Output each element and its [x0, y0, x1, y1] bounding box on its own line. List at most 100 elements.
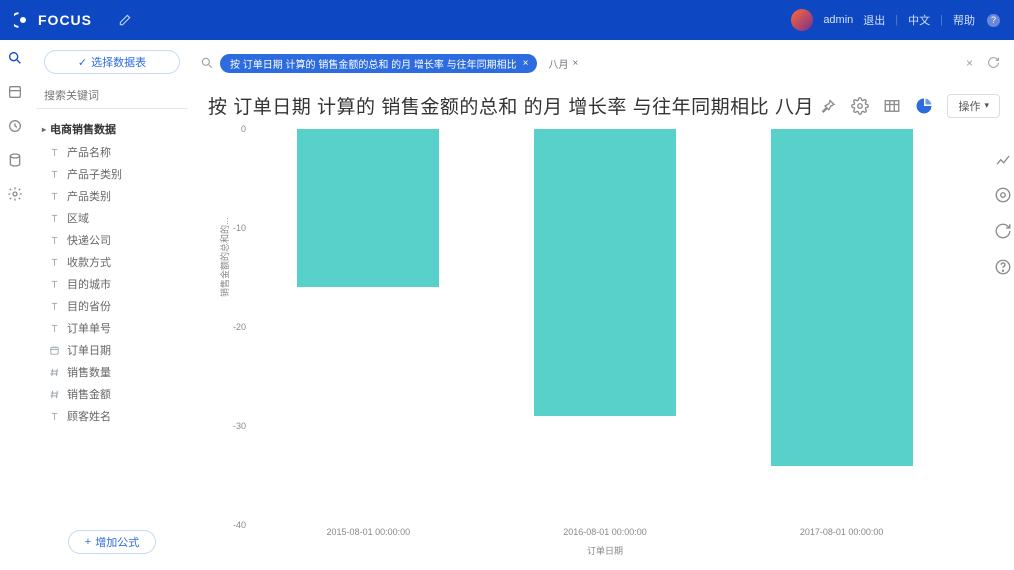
rail-settings-icon[interactable]: [7, 186, 23, 202]
field-label: 订单日期: [67, 342, 111, 358]
field-type-icon: [48, 190, 61, 203]
field-item[interactable]: 收款方式: [48, 251, 188, 273]
field-type-icon: [48, 168, 61, 181]
add-formula-button[interactable]: + 增加公式: [68, 530, 156, 554]
side-search[interactable]: [36, 86, 188, 109]
avatar[interactable]: [791, 9, 813, 31]
field-item[interactable]: 目的省份: [48, 295, 188, 317]
help-badge-icon[interactable]: ?: [987, 14, 1000, 27]
clear-icon[interactable]: ×: [966, 56, 973, 70]
pill-close-icon[interactable]: ×: [523, 58, 529, 69]
table-view-icon[interactable]: [883, 97, 901, 115]
pin-icon[interactable]: [819, 97, 837, 115]
rail-data-icon[interactable]: [7, 152, 23, 168]
bar[interactable]: [297, 129, 439, 287]
side-panel: ✓ 选择数据表 ▸ 电商销售数据 产品名称产品子类别产品类别区域快递公司收款方式…: [30, 40, 198, 570]
field-label: 产品子类别: [67, 166, 122, 182]
field-item[interactable]: 订单单号: [48, 317, 188, 339]
rail-search-icon[interactable]: [7, 50, 23, 66]
field-item[interactable]: 顾客姓名: [48, 405, 188, 427]
x-tick: 2016-08-01 00:00:00: [563, 527, 647, 537]
app-name: FOCUS: [38, 12, 92, 28]
field-label: 订单单号: [67, 320, 111, 336]
field-type-icon: [48, 212, 61, 225]
nav-rail: [0, 40, 30, 570]
operations-button[interactable]: 操作 ▾: [947, 94, 1000, 118]
chart-settings-icon[interactable]: [994, 186, 1012, 204]
bar[interactable]: [534, 129, 676, 416]
field-item[interactable]: 快递公司: [48, 229, 188, 251]
logout-link[interactable]: 退出: [863, 12, 885, 28]
bar[interactable]: [771, 129, 913, 466]
table-header[interactable]: ▸ 电商销售数据: [36, 117, 188, 141]
query-search-icon[interactable]: [200, 56, 214, 70]
field-label: 销售金额: [67, 386, 111, 402]
query-bar: 按 订单日期 计算的 销售金额的总和 的月 增长率 与往年同期相比 × 八月 ×…: [200, 48, 1000, 78]
username[interactable]: admin: [823, 14, 853, 26]
field-type-icon: [48, 146, 61, 159]
field-type-icon: [48, 410, 61, 423]
main-area: 按 订单日期 计算的 销售金额的总和 的月 增长率 与往年同期相比 × 八月 ×…: [198, 40, 1014, 570]
x-axis: 订单日期 2015-08-01 00:00:00 2016-08-01 00:00…: [250, 527, 960, 555]
field-item[interactable]: 目的城市: [48, 273, 188, 295]
query-pill[interactable]: 按 订单日期 计算的 销售金额的总和 的月 增长率 与往年同期相比 ×: [220, 54, 537, 73]
rail-dashboard-icon[interactable]: [7, 84, 23, 100]
select-table-button[interactable]: ✓ 选择数据表: [44, 50, 180, 74]
field-label: 顾客姓名: [67, 408, 111, 424]
query-actions: ×: [966, 56, 1000, 70]
y-tick: -20: [233, 322, 246, 332]
chart-type-icon[interactable]: [994, 150, 1012, 168]
field-item[interactable]: 销售金额: [48, 383, 188, 405]
top-bar: FOCUS admin 退出 | 中文 | 帮助 ?: [0, 0, 1014, 40]
field-item[interactable]: 产品类别: [48, 185, 188, 207]
side-search-input[interactable]: [44, 90, 186, 102]
field-label: 产品名称: [67, 144, 111, 160]
chart-help-icon[interactable]: [994, 258, 1012, 276]
field-label: 区域: [67, 210, 89, 226]
edit-icon[interactable]: [118, 13, 132, 27]
title-row: 按 订单日期 计算的 销售金额的总和 的月 增长率 与往年同期相比 八月 操作 …: [208, 92, 1000, 119]
refresh-icon[interactable]: [987, 56, 1000, 70]
field-item[interactable]: 产品子类别: [48, 163, 188, 185]
y-tick: -30: [233, 421, 246, 431]
field-label: 目的省份: [67, 298, 111, 314]
field-item[interactable]: 销售数量: [48, 361, 188, 383]
title-tools: 操作 ▾: [819, 94, 1000, 118]
field-type-icon: [48, 234, 61, 247]
y-axis: 销售金额的总和的... 0-10-20-30-40: [220, 129, 246, 525]
x-tick: 2015-08-01 00:00:00: [327, 527, 411, 537]
tag-close-icon[interactable]: ×: [573, 58, 579, 69]
chart-refresh-icon[interactable]: [994, 222, 1012, 240]
field-type-icon: [48, 278, 61, 291]
logo-icon: [14, 11, 32, 29]
chevron-down-icon: ▾: [984, 100, 989, 111]
y-tick: -40: [233, 520, 246, 530]
field-item[interactable]: 订单日期: [48, 339, 188, 361]
x-tick: 2017-08-01 00:00:00: [800, 527, 884, 537]
field-type-icon: [48, 322, 61, 335]
field-list: 产品名称产品子类别产品类别区域快递公司收款方式目的城市目的省份订单单号订单日期销…: [36, 141, 188, 427]
field-label: 快递公司: [67, 232, 111, 248]
x-axis-label: 订单日期: [587, 544, 623, 557]
triangle-icon: ▸: [42, 125, 46, 134]
field-type-icon: [48, 300, 61, 313]
config-icon[interactable]: [851, 97, 869, 115]
page-title: 按 订单日期 计算的 销售金额的总和 的月 增长率 与往年同期相比 八月: [208, 92, 814, 119]
plot-area: [250, 129, 960, 525]
field-type-icon: [48, 366, 61, 379]
lang-link[interactable]: 中文: [908, 12, 930, 28]
query-tag[interactable]: 八月 ×: [549, 56, 579, 71]
y-tick: -10: [233, 223, 246, 233]
field-type-icon: [48, 256, 61, 269]
field-label: 销售数量: [67, 364, 111, 380]
chart: 销售金额的总和的... 0-10-20-30-40 订单日期 2015-08-0…: [206, 125, 1000, 555]
chart-view-icon[interactable]: [915, 97, 933, 115]
y-axis-label: 销售金额的总和的...: [218, 217, 231, 297]
field-type-icon: [48, 344, 61, 357]
field-type-icon: [48, 388, 61, 401]
help-link[interactable]: 帮助: [953, 12, 975, 28]
field-item[interactable]: 产品名称: [48, 141, 188, 163]
field-label: 目的城市: [67, 276, 111, 292]
field-item[interactable]: 区域: [48, 207, 188, 229]
rail-history-icon[interactable]: [7, 118, 23, 134]
